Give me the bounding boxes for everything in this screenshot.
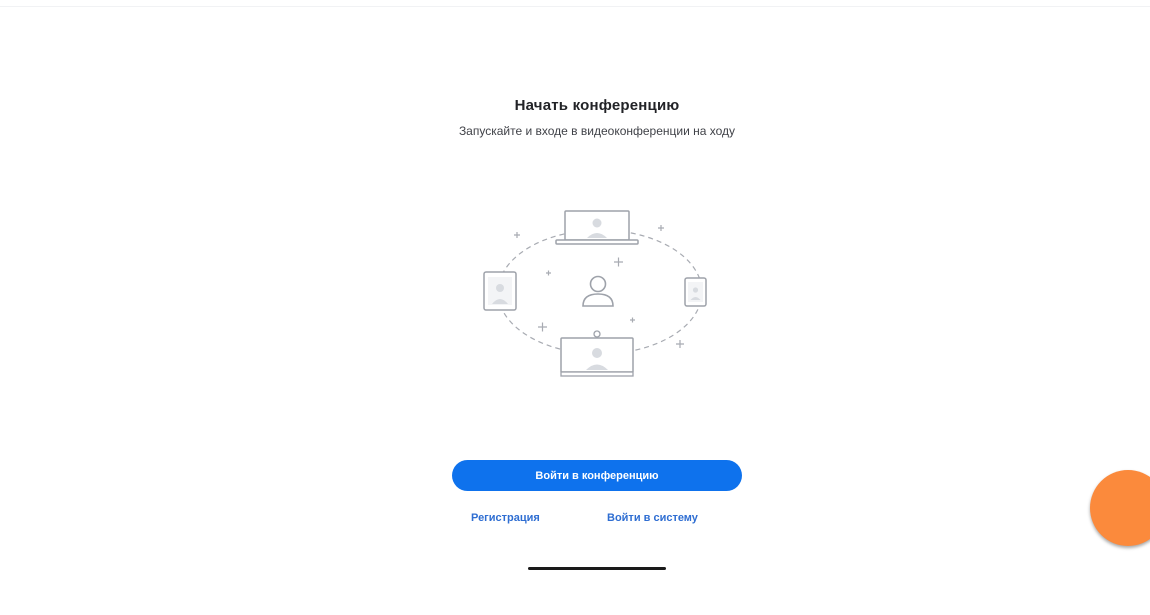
room-system-icon: [560, 330, 634, 377]
signin-link[interactable]: Войти в систему: [607, 512, 698, 524]
user-icon: [582, 275, 614, 307]
signup-link[interactable]: Регистрация: [471, 512, 540, 524]
orange-circle-button[interactable]: [1090, 470, 1150, 546]
top-divider: [0, 6, 1150, 7]
video-conference-illustration: [483, 210, 707, 377]
home-indicator: [528, 567, 666, 570]
page-title: Начать конференцию: [514, 97, 680, 114]
start-conference-screen: Начать конференцию Запускайте и входе в …: [0, 0, 1150, 615]
laptop-icon: [555, 210, 639, 245]
join-conference-button[interactable]: Войти в конференцию: [452, 460, 742, 491]
tablet-icon: [483, 271, 517, 311]
page-subtitle: Запускайте и входе в видеоконференции на…: [458, 124, 736, 138]
phone-icon: [684, 277, 707, 307]
